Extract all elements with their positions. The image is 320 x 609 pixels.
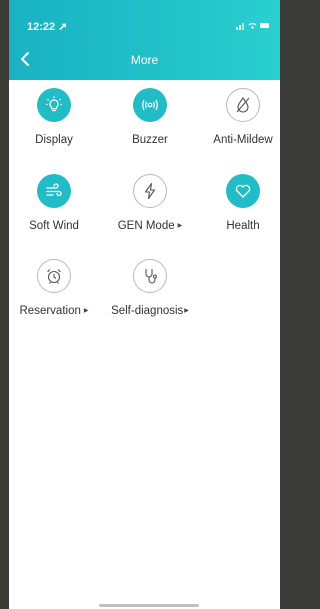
heart-icon [235,184,251,198]
soft-wind-label: Soft Wind [29,220,79,232]
alarm-clock-icon [47,269,61,284]
droplet-slash-icon [236,97,250,113]
signal-wifi-battery-icon [236,22,269,30]
display-icon-circle [37,88,71,122]
buzzer-icon-circle [133,88,167,122]
light-bulb-icon [46,96,62,112]
home-indicator [99,604,199,607]
anti-mildew-icon-circle [226,88,260,122]
health-icon-circle [226,174,260,208]
health-label: Health [226,220,260,232]
anti-mildew-label: Anti-Mildew [213,134,273,146]
health-toggle[interactable]: Health [198,174,280,254]
reservation-label: Reservation ▶ [9,305,99,317]
app-screen: 12:22 ➚ More Display Buzzer Anti-Mildew … [9,0,280,609]
buzzer-label: Buzzer [132,134,168,146]
play-arrow-icon: ▶ [83,308,89,315]
gen-mode-label: GEN Mode ▶ [105,220,195,232]
soft-wind-toggle[interactable]: Soft Wind [9,174,99,254]
self-diagnosis-button[interactable]: Self-diagnosis▶ [105,259,195,339]
reservation-button[interactable]: Reservation ▶ [9,259,99,339]
page-title: More [130,53,159,67]
gen-mode-icon-circle [133,174,167,208]
wind-icon [46,183,62,197]
stethoscope-icon [145,269,158,284]
soft-wind-icon-circle [37,174,71,208]
self-diagnosis-text: Self-diagnosis [111,305,184,317]
reservation-text: Reservation [19,305,81,317]
header-bar: 12:22 ➚ More [9,0,280,80]
gen-mode-button[interactable]: GEN Mode ▶ [105,174,195,254]
sound-waves-icon [142,99,158,111]
display-label: Display [35,134,73,146]
display-toggle[interactable]: Display [9,88,99,168]
lightning-icon [144,182,156,200]
play-arrow-icon: ▶ [177,223,183,230]
status-time: 12:22 ➚ [27,21,68,33]
reservation-icon-circle [37,259,71,293]
gen-mode-text: GEN Mode [117,220,175,232]
self-diagnosis-label: Self-diagnosis▶ [105,305,195,317]
play-arrow-icon: ▶ [184,308,189,315]
self-diagnosis-icon-circle [133,259,167,293]
anti-mildew-toggle[interactable]: Anti-Mildew [198,88,280,168]
buzzer-toggle[interactable]: Buzzer [105,88,195,168]
status-icons [236,21,270,32]
